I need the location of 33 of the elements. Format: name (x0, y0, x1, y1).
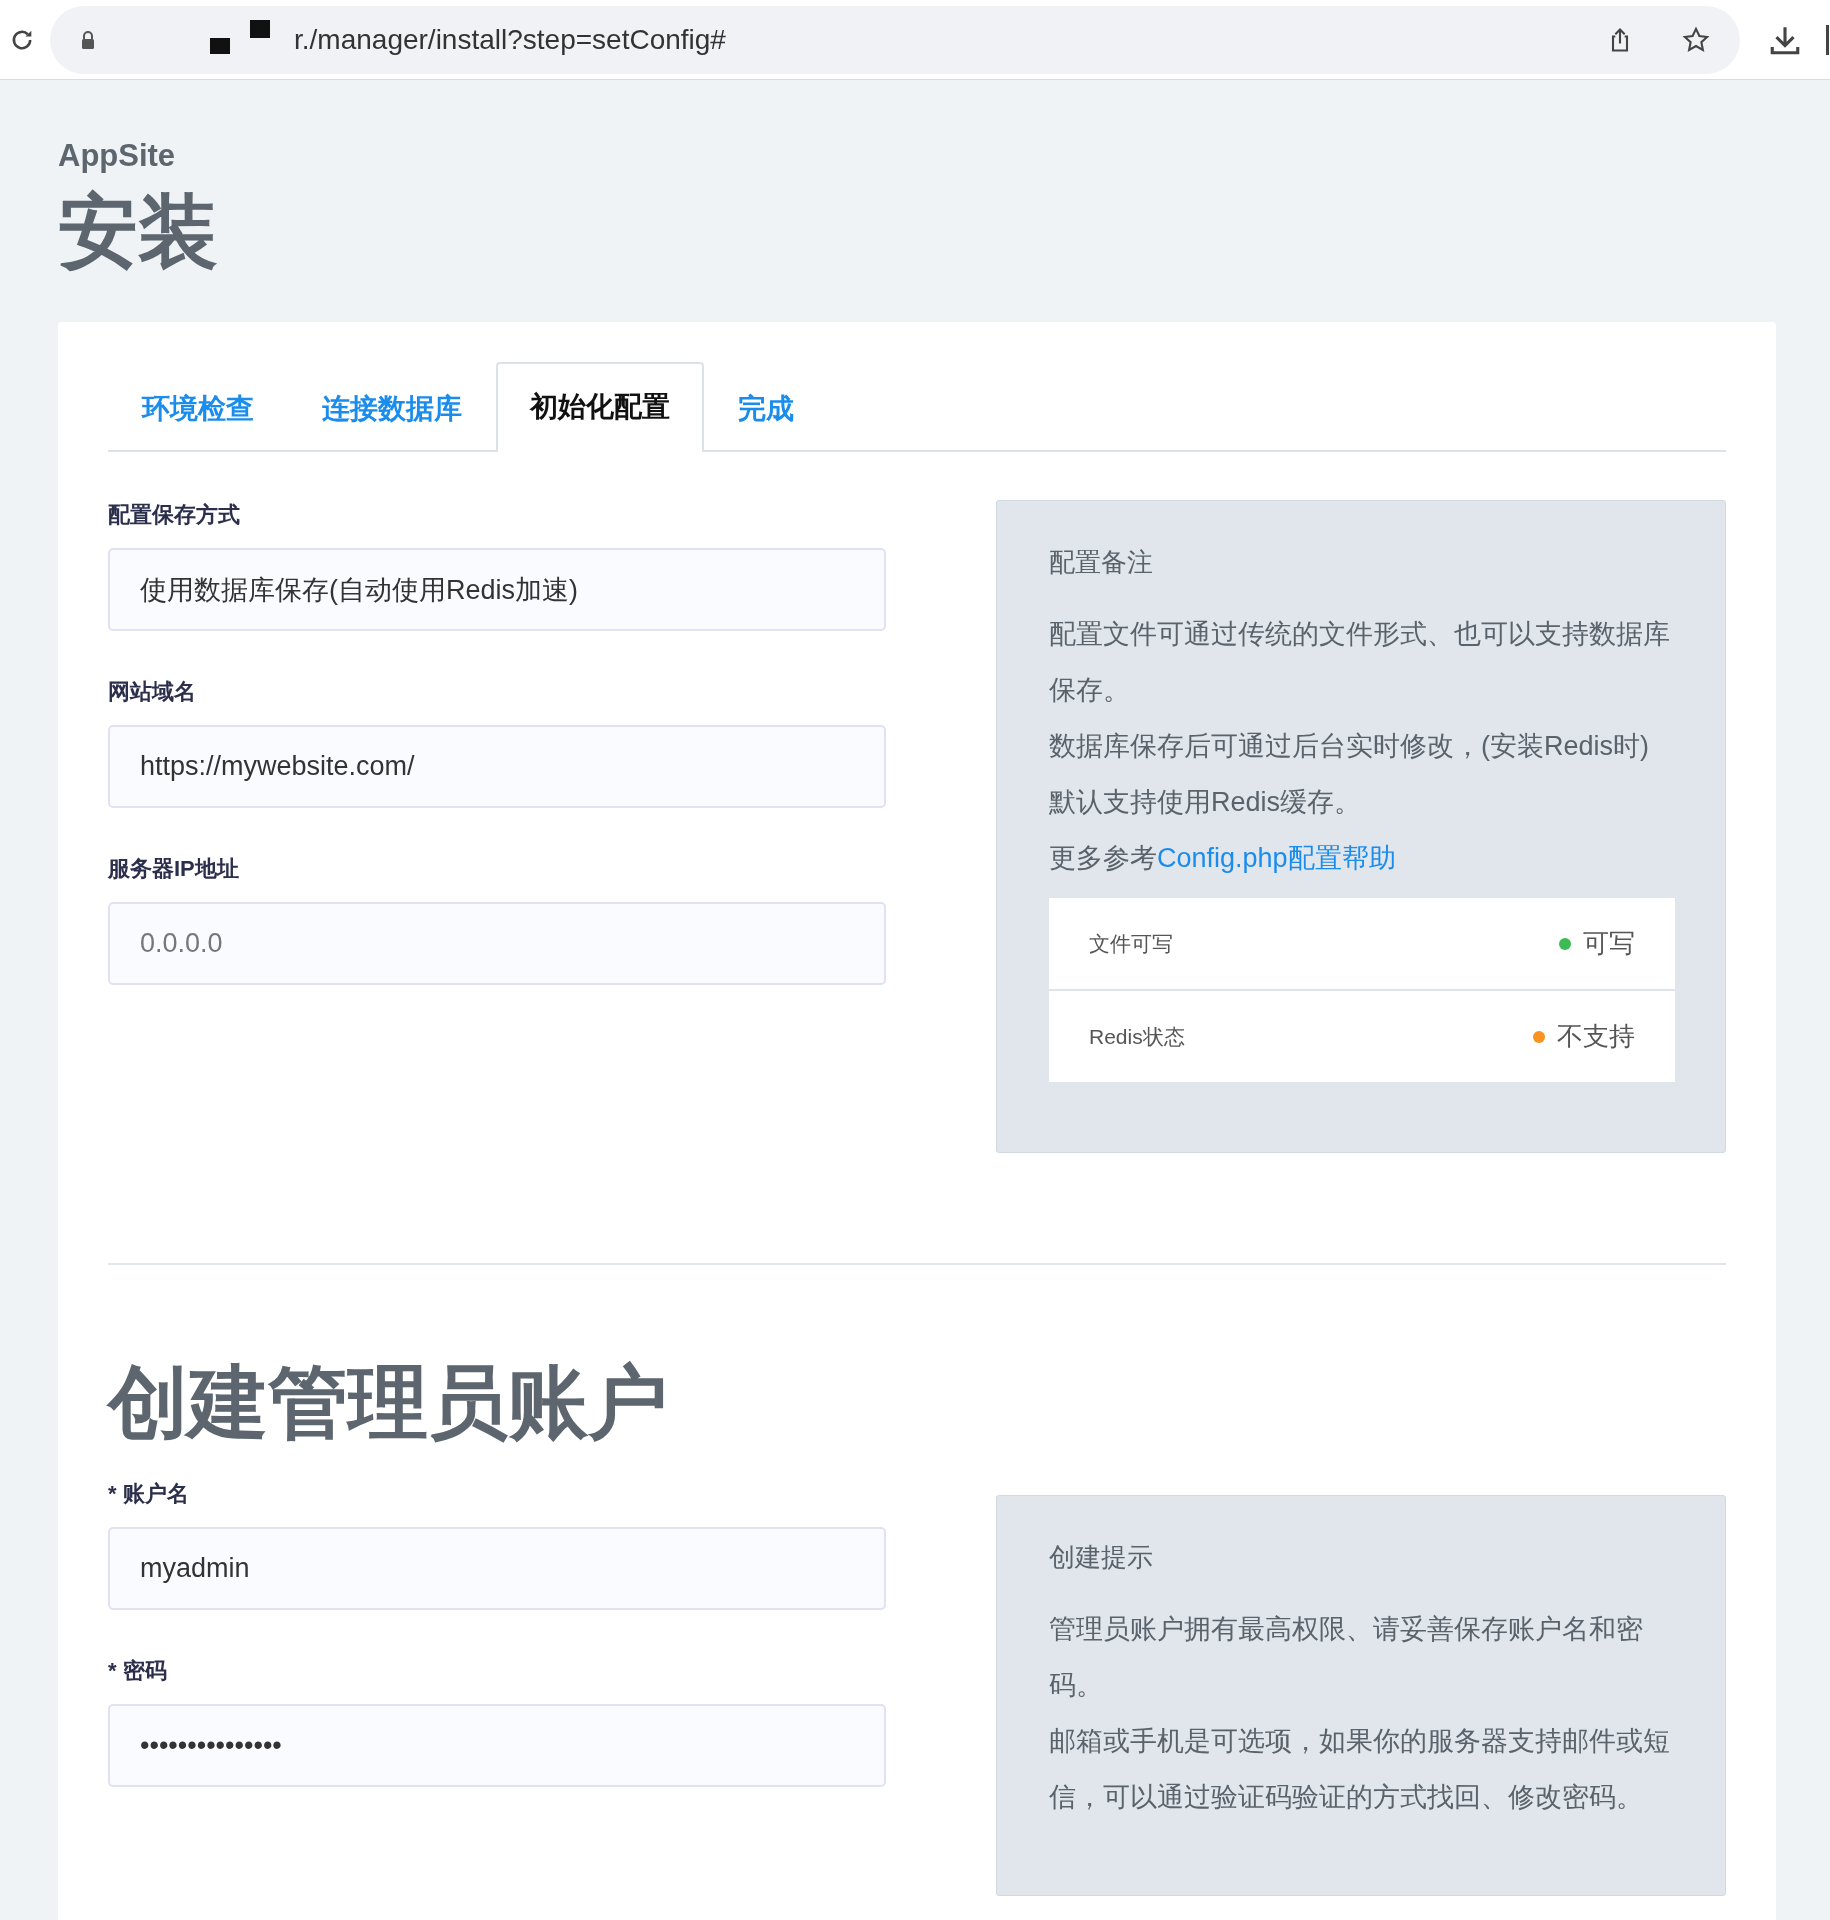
field-label: * 账户名 (108, 1480, 190, 1508)
field-label: 配置保存方式 (108, 501, 241, 529)
status-name: Redis状态 (1089, 1023, 1186, 1050)
note-text: 配置文件可通过传统的文件形式、也可以支持数据库保存。 (1049, 618, 1671, 707)
lock-icon (80, 29, 96, 50)
input-field[interactable]: myadmin (108, 1527, 886, 1610)
note-text: 邮箱或手机是可选项，如果你的服务器支持邮件或短信，可以通过验证码验证的方式找回、修改密码。 (1049, 1725, 1671, 1814)
step-tab[interactable]: 连接数据库 (288, 364, 496, 452)
note-text: 数据库保存后可通过后台实时修改，(安装Redis时)默认支持使用Redis缓存。 (1049, 730, 1650, 819)
note-title: 创建提示 (1049, 1541, 1154, 1574)
toolbar-edge-icon[interactable] (1826, 24, 1830, 55)
address-bar[interactable]: r./manager/install?step=setConfig# (50, 5, 1740, 74)
field-label: 网站域名 (108, 678, 197, 706)
note-text: 管理员账户拥有最高权限、请妥善保存账户名和密码。 (1049, 1613, 1644, 1702)
note-title: 配置备注 (1049, 546, 1154, 579)
input-field[interactable]: ••••••••••••••• (108, 1704, 886, 1787)
section-title: 创建管理员账户 (108, 1357, 669, 1449)
page-title: 安装 (58, 186, 219, 278)
step-tab[interactable]: 环境检查 (108, 364, 288, 452)
step-tab[interactable]: 初始化配置 (496, 362, 704, 452)
input-field[interactable]: https://mywebsite.com/ (108, 725, 886, 808)
status-name: 文件可写 (1089, 930, 1174, 957)
star-icon[interactable] (1682, 25, 1710, 54)
step-tab[interactable]: 完成 (704, 364, 828, 452)
note-text: 更多参考Config.php配置帮助 (1049, 842, 1397, 875)
site-name: AppSite (58, 138, 177, 174)
field-label: 服务器IP地址 (108, 855, 240, 883)
url-text: r./manager/install?step=setConfig# (294, 23, 726, 56)
input-field[interactable]: 使用数据库保存(自动使用Redis加速) (108, 548, 886, 631)
status-value: 可写 (1583, 927, 1635, 960)
status-value: 不支持 (1557, 1020, 1635, 1053)
input-field[interactable]: 0.0.0.0 (108, 902, 886, 985)
field-label: * 密码 (108, 1657, 168, 1685)
